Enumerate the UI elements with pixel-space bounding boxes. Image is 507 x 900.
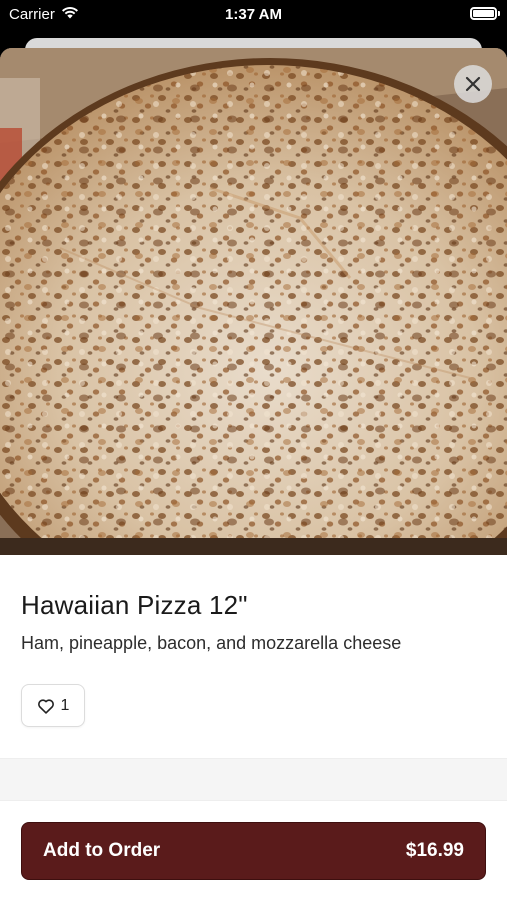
close-button[interactable] xyxy=(454,65,492,103)
close-icon xyxy=(465,76,481,92)
heart-icon xyxy=(37,698,54,714)
item-detail-sheet: Hawaiian Pizza 12" Ham, pineapple, bacon… xyxy=(0,48,507,900)
add-to-order-button[interactable]: Add to Order $16.99 xyxy=(21,822,486,880)
battery-icon xyxy=(470,7,500,20)
section-divider xyxy=(0,758,507,801)
pizza-photo xyxy=(0,48,507,555)
item-description: Ham, pineapple, bacon, and mozzarella ch… xyxy=(21,633,402,653)
item-details: Hawaiian Pizza 12" Ham, pineapple, bacon… xyxy=(0,555,507,727)
add-to-order-label: Add to Order xyxy=(43,840,161,861)
status-time: 1:37 AM xyxy=(225,6,282,23)
like-button[interactable]: 1 xyxy=(21,684,85,727)
status-bar: Carrier 1:37 AM xyxy=(0,0,507,30)
order-price: $16.99 xyxy=(405,840,464,861)
item-title: Hawaiian Pizza 12" xyxy=(21,590,248,620)
like-count: 1 xyxy=(60,696,70,714)
